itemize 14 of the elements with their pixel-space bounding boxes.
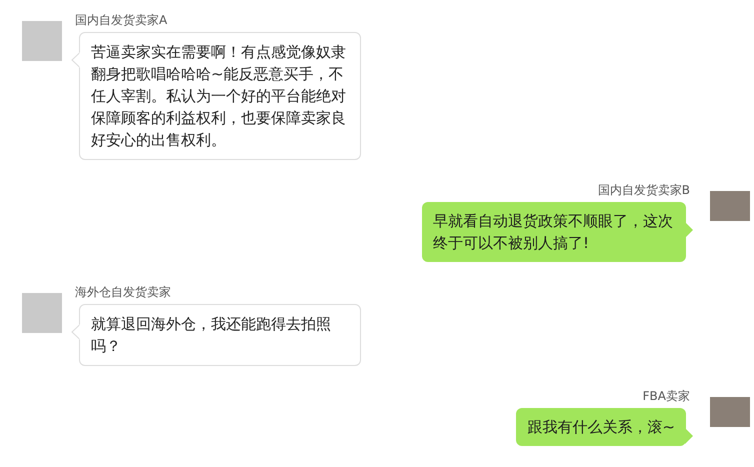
- avatar-placeholder: [710, 191, 750, 221]
- message-bubble: 就算退回海外仓，我还能跑得去拍照吗？: [79, 304, 361, 366]
- avatar-placeholder: [22, 293, 62, 333]
- message-bubble: 跟我有什么关系，滚~: [516, 408, 686, 446]
- message-bubble: 苦逼卖家实在需要啊！有点感觉像奴隶翻身把歌唱哈哈哈~能反恶意买手，不任人宰割。私认为一个好的平台能绝对保障顾客的利益权利，也要保障卖家良好安心的出售权利。: [79, 32, 361, 160]
- sender-name: FBA卖家: [642, 388, 691, 404]
- avatar-placeholder: [710, 397, 750, 427]
- sender-name: 海外仓自发货卖家: [74, 284, 172, 300]
- message-bubble: 早就看自动退货政策不顺眼了，这次终于可以不被别人搞了!: [422, 202, 686, 262]
- bubble-tail: [685, 222, 694, 238]
- avatar-placeholder: [22, 21, 62, 61]
- sender-name: 国内自发货卖家B: [596, 182, 691, 198]
- sender-name: 国内自发货卖家A: [74, 12, 168, 28]
- bubble-tail: [685, 428, 694, 444]
